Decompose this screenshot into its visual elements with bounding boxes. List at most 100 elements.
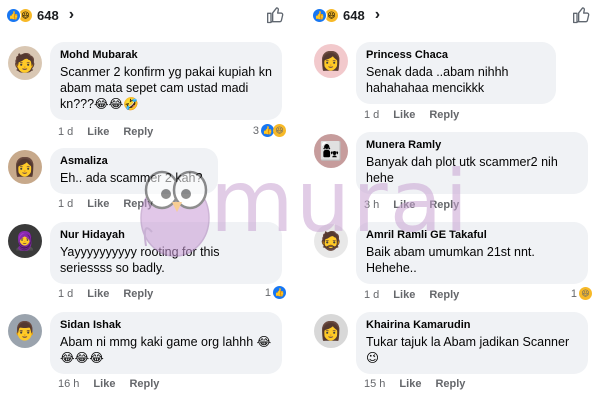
comment-time: 1 d (364, 289, 380, 301)
like-link[interactable]: Like (93, 378, 115, 390)
reaction-count: 1 (264, 286, 271, 299)
like-link[interactable]: Like (87, 198, 109, 210)
commenter-name[interactable]: Amril Ramli GE Takaful (366, 229, 578, 242)
reaction-summary[interactable]: 👍 😆 648 › (6, 6, 74, 24)
thumbs-up-outline-icon[interactable] (266, 5, 286, 25)
avatar[interactable]: 👩‍👧 (314, 134, 348, 168)
commenter-name[interactable]: Munera Ramly (366, 139, 578, 152)
reply-link[interactable]: Reply (123, 288, 153, 300)
like-link[interactable]: Like (393, 199, 415, 211)
comment-time: 3 h (364, 199, 380, 211)
reply-link[interactable]: Reply (429, 199, 459, 211)
reply-link[interactable]: Reply (129, 378, 159, 390)
commenter-name[interactable]: Mohd Mubarak (60, 49, 272, 62)
commenter-name[interactable]: Princess Chaca (366, 49, 546, 62)
commenter-name[interactable]: Nur Hidayah (60, 229, 272, 242)
comment-bubble: Princess Chaca Senak dada ..abam nihhh h… (356, 42, 556, 104)
comment-actions: 15 h Like Reply (364, 378, 465, 390)
comment-actions: 3 h Like Reply (364, 199, 459, 211)
reply-link[interactable]: Reply (123, 198, 153, 210)
reply-link[interactable]: Reply (429, 109, 459, 121)
like-icon: 👍 (6, 7, 21, 23)
comment-reactions[interactable]: 1 😆 (571, 287, 592, 300)
user-avatar-icon: 👩‍👧 (319, 140, 343, 161)
comment-bubble: Khairina Kamarudin Tukar tajuk la Abam j… (356, 312, 588, 374)
comment-reactions[interactable]: 1 👍 (265, 286, 286, 299)
user-avatar-icon: 👩 (13, 156, 37, 177)
user-avatar-icon: 👩 (319, 320, 343, 341)
chevron-right-icon[interactable]: › (69, 6, 74, 24)
reply-link[interactable]: Reply (429, 289, 459, 301)
comment-bubble: Asmaliza Eh.. ada scammer 2 kah? (50, 148, 218, 194)
like-icon: 👍 (273, 286, 286, 299)
reaction-count: 3 (252, 124, 259, 137)
reaction-summary[interactable]: 👍 😆 648 › (312, 6, 380, 24)
avatar[interactable]: 🧔 (314, 224, 348, 258)
comment-time: 1 d (58, 198, 74, 210)
comment-time: 16 h (58, 378, 80, 390)
avatar[interactable]: 👨 (8, 314, 42, 348)
comment-item: 👩 Princess Chaca Senak dada ..abam nihhh… (306, 42, 600, 124)
comment-actions: 1 d Like Reply (364, 289, 459, 301)
comment-actions: 1 d Like Reply (58, 126, 153, 138)
comment-item: 👩‍👧 Munera Ramly Banyak dah plot utk sca… (306, 132, 600, 216)
comment-item: 👩 Asmaliza Eh.. ada scammer 2 kah? 1 d L… (0, 148, 294, 218)
comment-item: 👨 Sidan Ishak Abam ni mmg kaki game org … (0, 312, 294, 398)
comments-panel-right: 👍 😆 648 › 👩 Princess Chaca Senak dada ..… (306, 0, 600, 400)
comment-reactions[interactable]: 3 👍 😆 (253, 124, 286, 137)
comment-bubble: Mohd Mubarak Scanmer 2 konfirm yg pakai … (50, 42, 282, 120)
user-avatar-icon: 🧑 (13, 52, 37, 73)
like-icon: 👍 (312, 7, 327, 23)
reactions-bar: 👍 😆 648 › (0, 0, 294, 30)
user-avatar-icon: 👨 (13, 320, 37, 341)
user-avatar-icon: 🧔 (319, 230, 343, 251)
comment-bubble: Munera Ramly Banyak dah plot utk scammer… (356, 132, 588, 194)
comment-time: 1 d (58, 126, 74, 138)
avatar[interactable]: 👩 (314, 314, 348, 348)
comment-text: Banyak dah plot utk scammer2 nih hehe (366, 155, 562, 185)
comments-panel-left: 👍 😆 648 › 🧑 Mohd Mubarak Scanmer 2 konfi… (0, 0, 294, 400)
comment-time: 15 h (364, 378, 386, 390)
haha-icon: 😆 (273, 124, 286, 137)
thumbs-up-outline-icon[interactable] (572, 5, 592, 25)
avatar[interactable]: 👩 (8, 150, 42, 184)
like-link[interactable]: Like (393, 289, 415, 301)
avatar[interactable]: 🧑 (8, 46, 42, 80)
user-avatar-icon: 👩 (319, 50, 343, 71)
comment-text: Senak dada ..abam nihhh hahahahaa mencik… (366, 65, 512, 95)
reply-link[interactable]: Reply (435, 378, 465, 390)
comment-actions: 1 d Like Reply (364, 109, 459, 121)
reactions-bar: 👍 😆 648 › (306, 0, 600, 30)
comment-text: Abam ni mmg kaki game org lahhh 😂😂😂😂 (60, 335, 272, 365)
chevron-right-icon[interactable]: › (375, 6, 380, 24)
like-link[interactable]: Like (393, 109, 415, 121)
comment-item: 🧑 Mohd Mubarak Scanmer 2 konfirm yg paka… (0, 42, 294, 142)
comment-time: 1 d (364, 109, 380, 121)
avatar[interactable]: 🧕 (8, 224, 42, 258)
comment-text: Yayyyyyyyyyy rooting for this seriessss … (60, 245, 224, 275)
reaction-count: 1 (570, 287, 577, 300)
comment-actions: 1 d Like Reply (58, 198, 153, 210)
comment-actions: 1 d Like Reply (58, 288, 153, 300)
comment-time: 1 d (58, 288, 74, 300)
avatar[interactable]: 👩 (314, 44, 348, 78)
comment-item: 👩 Khairina Kamarudin Tukar tajuk la Abam… (306, 312, 600, 398)
commenter-name[interactable]: Khairina Kamarudin (366, 319, 578, 332)
haha-icon: 😆 (579, 287, 592, 300)
reply-link[interactable]: Reply (123, 126, 153, 138)
reaction-count: 648 (37, 7, 59, 23)
reaction-count: 648 (343, 7, 365, 23)
like-link[interactable]: Like (399, 378, 421, 390)
comment-item: 🧔 Amril Ramli GE Takaful Baik abam umumk… (306, 222, 600, 306)
comment-text: Scanmer 2 konfirm yg pakai kupiah kn aba… (60, 65, 276, 111)
like-link[interactable]: Like (87, 288, 109, 300)
comment-text: Eh.. ada scammer 2 kah? (60, 171, 203, 185)
panel-divider (294, 0, 306, 400)
like-link[interactable]: Like (87, 126, 109, 138)
comment-item: 🧕 Nur Hidayah Yayyyyyyyyyy rooting for t… (0, 222, 294, 306)
commenter-name[interactable]: Sidan Ishak (60, 319, 272, 332)
commenter-name[interactable]: Asmaliza (60, 155, 208, 168)
comment-bubble: Nur Hidayah Yayyyyyyyyyy rooting for thi… (50, 222, 282, 284)
comment-text: Tukar tajuk la Abam jadikan Scanner 😉 (366, 335, 573, 365)
comment-bubble: Amril Ramli GE Takaful Baik abam umumkan… (356, 222, 588, 284)
